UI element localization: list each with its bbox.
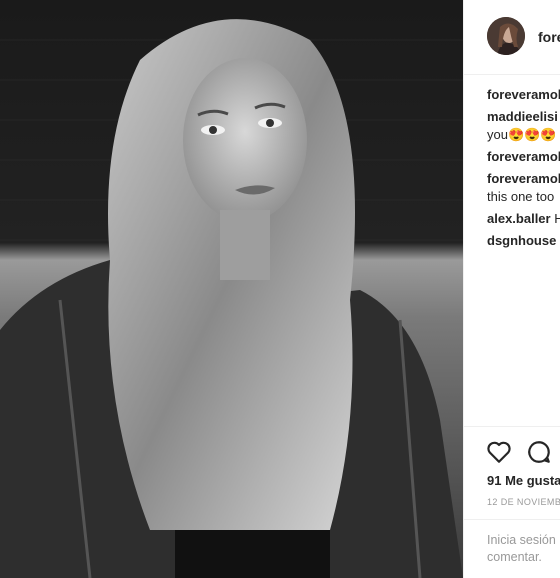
comment-text: you😍😍😍: [487, 127, 557, 142]
comment-item: dsgnhouse: [487, 232, 560, 250]
comment-text: this one too: [487, 189, 555, 204]
comment-text: H: [554, 211, 560, 226]
heart-icon[interactable]: [486, 439, 512, 465]
avatar-image: [487, 17, 525, 55]
comment-username[interactable]: maddieelisi: [487, 109, 558, 124]
login-prompt-text: comentar.: [487, 550, 542, 564]
comment-username[interactable]: foreveramol: [487, 149, 560, 164]
post-date: 12 DE NOVIEMB: [487, 497, 560, 507]
comment-item: maddieelisi you😍😍😍: [487, 108, 560, 144]
post-header: fore: [464, 0, 560, 75]
comment-item: foreveramol: [487, 148, 560, 166]
comment-icon[interactable]: [526, 439, 552, 465]
comment-username[interactable]: dsgnhouse: [487, 233, 556, 248]
avatar[interactable]: [487, 17, 525, 55]
post-photo[interactable]: [0, 0, 463, 578]
post-actions: 91 Me gusta 12 DE NOVIEMB Inicia sesión …: [464, 426, 560, 578]
login-link[interactable]: Inicia sesión: [487, 532, 560, 549]
likes-count[interactable]: 91 Me gusta: [487, 473, 560, 488]
comment-username[interactable]: alex.baller: [487, 211, 551, 226]
portrait-image: [0, 0, 463, 578]
comment-item: alex.baller H: [487, 210, 560, 228]
comment-item: foreveramol: [487, 86, 560, 104]
comment-username[interactable]: foreveramol: [487, 171, 560, 186]
comment-item: foreveramol this one too: [487, 170, 560, 206]
post-author-username[interactable]: fore: [538, 29, 560, 45]
login-prompt: Inicia sesión comentar.: [464, 519, 560, 566]
post-side-panel: fore foreveramol maddieelisi you😍😍😍 fore…: [464, 0, 560, 578]
comment-username[interactable]: foreveramol: [487, 87, 560, 102]
comment-list: foreveramol maddieelisi you😍😍😍 foreveram…: [487, 86, 560, 254]
